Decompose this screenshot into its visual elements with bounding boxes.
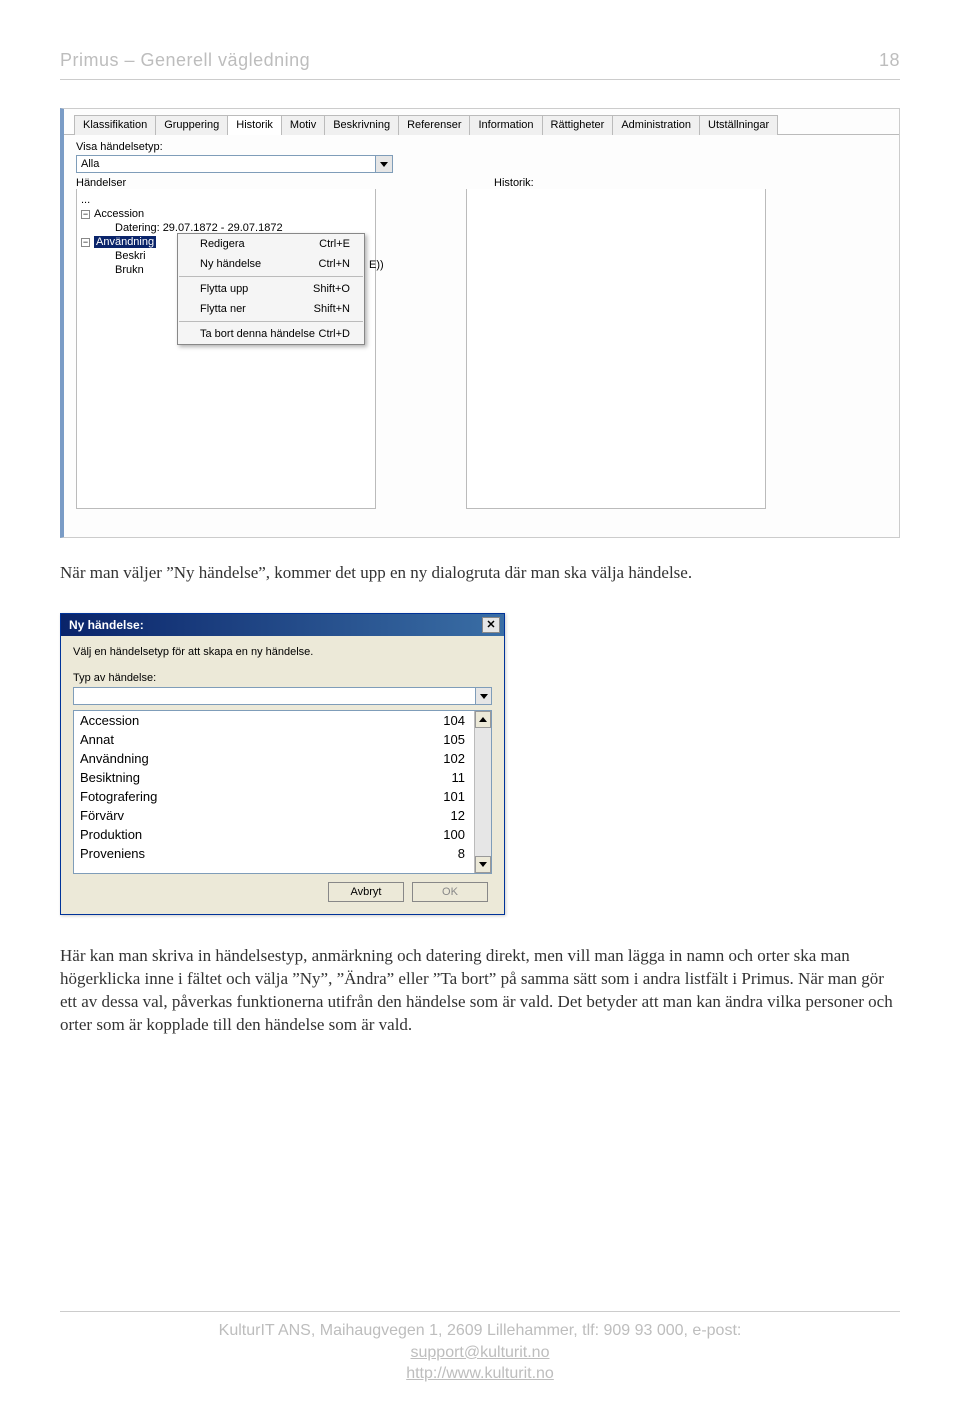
type-listbox[interactable]: Accession 104 Annat 105 Användning 102 Besi… [73, 710, 492, 874]
ej-hint: E)) [369, 259, 384, 271]
tab-klassifikation[interactable]: Klassifikation [74, 115, 156, 135]
ctx-new-label: Ny händelse [200, 258, 261, 270]
new-event-dialog: Ny händelse: ✕ Välj en händelsetyp för a… [60, 613, 505, 915]
tab-beskrivning[interactable]: Beskrivning [324, 115, 399, 135]
dialog-instruction: Välj en händelsetyp för att skapa en ny … [73, 646, 492, 658]
dialog-title: Ny händelse: [69, 618, 144, 632]
ctx-up-label: Flytta upp [200, 283, 248, 295]
history-column-label: Historik: [494, 177, 534, 189]
tab-referenser[interactable]: Referenser [398, 115, 470, 135]
close-button[interactable]: ✕ [482, 617, 500, 633]
tab-strip: Klassifikation Gruppering Historik Motiv… [64, 109, 899, 135]
list-item: Accession 104 [74, 711, 473, 730]
history-box[interactable] [466, 189, 766, 509]
list-item-value: 100 [443, 827, 465, 842]
list-item: Annat 105 [74, 730, 473, 749]
ctx-delete-label: Ta bort denna händelse [200, 328, 315, 340]
list-item: Proveniens 8 [74, 844, 473, 863]
ctx-down-key: Shift+N [314, 303, 350, 315]
doc-title: Primus – Generell vägledning [60, 50, 310, 71]
ok-button[interactable]: OK [412, 882, 488, 902]
show-type-input[interactable] [76, 155, 376, 173]
scroll-up-button[interactable] [475, 711, 491, 728]
footer-email[interactable]: support@kulturit.no [411, 1344, 550, 1361]
page-number: 18 [879, 50, 900, 71]
list-item: Fotografering 101 [74, 787, 473, 806]
list-item-value: 102 [443, 751, 465, 766]
list-item-value: 104 [443, 713, 465, 728]
tab-administration[interactable]: Administration [612, 115, 700, 135]
list-item-value: 8 [458, 846, 465, 861]
paragraph-1: När man väljer ”Ny händelse”, kommer det… [60, 562, 900, 585]
tab-gruppering[interactable]: Gruppering [155, 115, 228, 135]
events-column-label: Händelser [76, 177, 376, 189]
list-item-name: Förvärv [80, 808, 124, 823]
ctx-down-label: Flytta ner [200, 303, 246, 315]
type-input[interactable] [73, 687, 476, 705]
paragraph-2: Här kan man skriva in händelsestyp, anmä… [60, 945, 900, 1037]
cancel-button[interactable]: Avbryt [328, 882, 404, 902]
collapse-icon[interactable]: − [81, 210, 90, 219]
ctx-edit[interactable]: Redigera Ctrl+E [178, 234, 364, 254]
chevron-up-icon [479, 713, 487, 725]
tree-node-anvandning[interactable]: Användning [94, 236, 156, 248]
chevron-down-icon [479, 858, 487, 870]
ctx-down[interactable]: Flytta ner Shift+N [178, 299, 364, 319]
ctx-new-key: Ctrl+N [319, 258, 350, 270]
scrollbar[interactable] [474, 711, 491, 873]
tab-motiv[interactable]: Motiv [281, 115, 325, 135]
tree-root-ellipsis[interactable]: ... [81, 193, 373, 207]
list-item: Användning 102 [74, 749, 473, 768]
history-panel: Klassifikation Gruppering Historik Motiv… [60, 108, 900, 538]
chevron-down-icon [380, 158, 388, 170]
show-type-label: Visa händelsetyp: [76, 141, 887, 153]
list-item-name: Produktion [80, 827, 142, 842]
doc-header: Primus – Generell vägledning 18 [60, 50, 900, 80]
list-item-name: Fotografering [80, 789, 157, 804]
collapse-icon[interactable]: − [81, 238, 90, 247]
tab-utstallningar[interactable]: Utställningar [699, 115, 778, 135]
context-menu: Redigera Ctrl+E Ny händelse Ctrl+N Flytta … [177, 233, 365, 345]
list-item-name: Besiktning [80, 770, 140, 785]
list-item-value: 12 [451, 808, 465, 823]
ctx-edit-label: Redigera [200, 238, 245, 250]
list-item-name: Användning [80, 751, 149, 766]
list-item: Förvärv 12 [74, 806, 473, 825]
tab-historik[interactable]: Historik [227, 115, 282, 135]
list-item-name: Proveniens [80, 846, 145, 861]
scroll-down-button[interactable] [475, 856, 491, 873]
type-dropdown-button[interactable] [475, 687, 492, 705]
list-item-value: 101 [443, 789, 465, 804]
show-type-dropdown-button[interactable] [376, 155, 393, 173]
ctx-up-key: Shift+O [313, 283, 350, 295]
tab-information[interactable]: Information [469, 115, 542, 135]
events-tree[interactable]: ... −Accession Datering: 29.07.1872 - 29… [76, 189, 376, 509]
ctx-separator [179, 276, 363, 277]
type-label: Typ av händelse: [73, 672, 492, 684]
list-item-value: 11 [452, 770, 466, 785]
list-item: Produktion 100 [74, 825, 473, 844]
ctx-delete-key: Ctrl+D [319, 328, 350, 340]
list-item-name: Annat [80, 732, 114, 747]
footer-url[interactable]: http://www.kulturit.no [406, 1365, 554, 1382]
ctx-up[interactable]: Flytta upp Shift+O [178, 279, 364, 299]
close-icon: ✕ [486, 618, 495, 631]
ctx-separator [179, 321, 363, 322]
tab-rattigheter[interactable]: Rättigheter [542, 115, 614, 135]
ctx-edit-key: Ctrl+E [319, 238, 350, 250]
ctx-delete[interactable]: Ta bort denna händelse Ctrl+D [178, 324, 364, 344]
footer-line-1: KulturIT ANS, Maihaugvegen 1, 2609 Lille… [60, 1320, 900, 1342]
chevron-down-icon [480, 690, 488, 702]
list-item-name: Accession [80, 713, 139, 728]
ctx-new[interactable]: Ny händelse Ctrl+N [178, 254, 364, 274]
list-item: Besiktning 11 [74, 768, 473, 787]
doc-footer: KulturIT ANS, Maihaugvegen 1, 2609 Lille… [60, 1311, 900, 1385]
list-item-value: 105 [443, 732, 465, 747]
tree-node-accession[interactable]: Accession [94, 208, 144, 220]
